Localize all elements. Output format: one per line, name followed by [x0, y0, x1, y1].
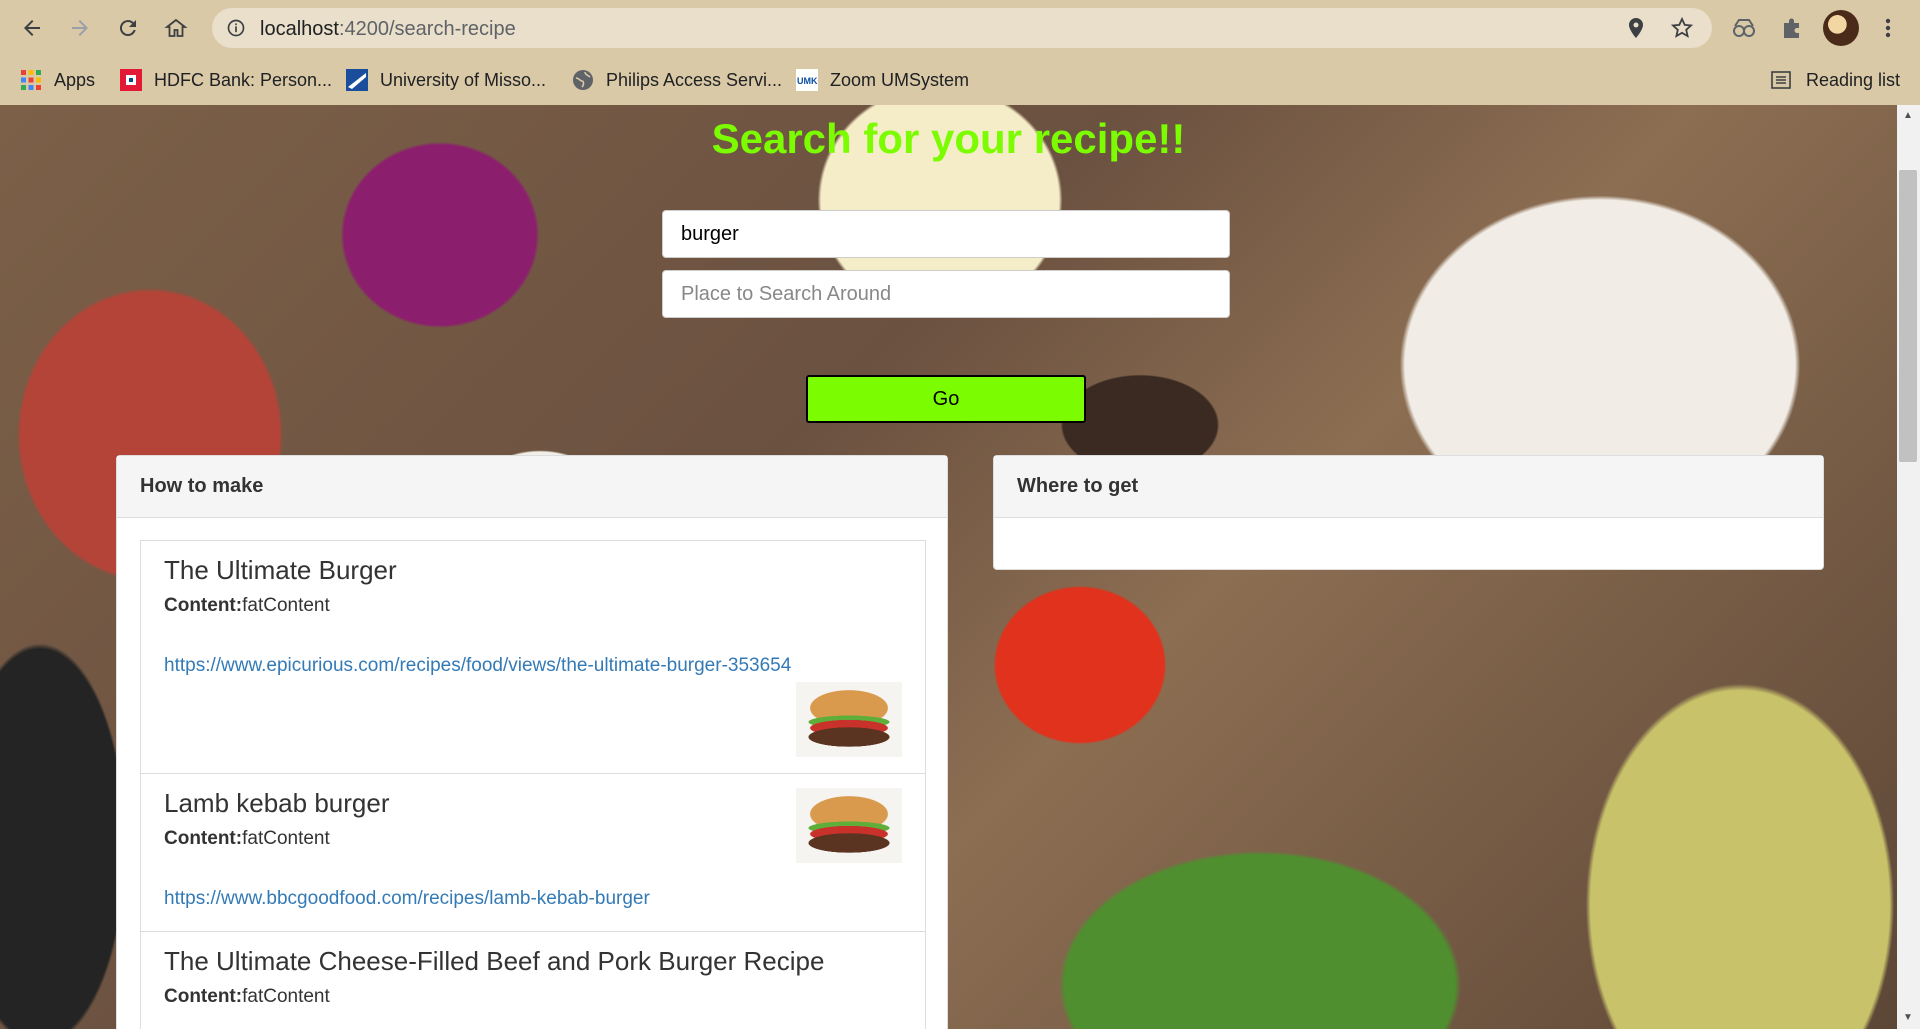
- bookmark-university[interactable]: University of Misso...: [346, 66, 546, 94]
- globe-icon: [573, 70, 593, 90]
- url-text: localhost:4200/search-recipe: [260, 18, 516, 41]
- content-value: fatContent: [242, 595, 330, 616]
- content-label: Content:: [164, 828, 243, 849]
- reading-list-icon: [1771, 71, 1791, 89]
- bookmark-label: Philips Access Servi...: [606, 69, 783, 90]
- content-value: fatContent: [242, 986, 330, 1007]
- umkc-icon: UMKC: [796, 69, 818, 91]
- bookmark-star-icon[interactable]: [1670, 16, 1694, 40]
- recipe-title: Lamb kebab burger: [164, 788, 390, 818]
- bookmark-philips[interactable]: Philips Access Servi...: [572, 66, 782, 94]
- forward-button[interactable]: [61, 9, 99, 47]
- page-title: Search for your recipe!!: [711, 115, 1186, 162]
- recipe-list: The Ultimate Burger Content:fatContent h…: [140, 540, 926, 1029]
- extensions-puzzle-icon[interactable]: [1778, 14, 1806, 42]
- content-label: Content:: [164, 986, 243, 1007]
- apps-grid-icon: [21, 70, 41, 90]
- forward-arrow-icon: [72, 20, 88, 36]
- reload-icon: [119, 20, 136, 37]
- bookmark-apps[interactable]: Apps: [20, 66, 95, 94]
- recipe-title: The Ultimate Burger: [164, 555, 397, 585]
- how-to-make-panel: How to make The Ultimate Burger Content:…: [116, 455, 948, 1029]
- scroll-down-arrow-icon[interactable]: ▼: [1903, 1012, 1913, 1023]
- place-search-input[interactable]: [662, 270, 1230, 318]
- where-to-get-panel: Where to get: [993, 455, 1824, 570]
- recipe-title: The Ultimate Cheese-Filled Beef and Pork…: [164, 946, 825, 976]
- recipe-content: Content:fatContent: [164, 986, 902, 1008]
- scroll-up-arrow-icon[interactable]: ▲: [1903, 110, 1913, 121]
- menu-kebab-icon[interactable]: [1874, 14, 1902, 42]
- bookmark-label: HDFC Bank: Person...: [154, 69, 333, 90]
- profile-avatar[interactable]: [1823, 10, 1859, 46]
- recipe-search-input[interactable]: [662, 210, 1230, 258]
- page-viewport: Search for your recipe!! Go How to make …: [0, 105, 1897, 1029]
- back-button[interactable]: [13, 9, 51, 47]
- address-bar[interactable]: localhost:4200/search-recipe: [212, 8, 1712, 48]
- recipe-content: Content:fatContent: [164, 595, 902, 617]
- home-icon: [164, 18, 188, 37]
- back-arrow-icon: [24, 20, 40, 36]
- list-item: The Ultimate Burger Content:fatContent h…: [140, 540, 926, 774]
- bookmark-hdfc[interactable]: HDFC Bank: Person...: [120, 66, 332, 94]
- content-value: fatContent: [242, 828, 330, 849]
- list-item: The Ultimate Cheese-Filled Beef and Pork…: [140, 931, 926, 1029]
- bookmarks-bar: Apps HDFC Bank: Person... University of …: [0, 56, 1920, 105]
- bookmark-label: University of Misso...: [380, 69, 547, 90]
- recipe-link[interactable]: https://www.bbcgoodfood.com/recipes/lamb…: [164, 888, 902, 910]
- svg-text:UMKC: UMKC: [797, 76, 818, 86]
- url-path: :4200/search-recipe: [338, 18, 516, 40]
- home-button[interactable]: [157, 9, 195, 47]
- burger-image: [796, 788, 902, 863]
- scrollbar-thumb[interactable]: [1899, 170, 1917, 462]
- info-icon[interactable]: [226, 18, 246, 38]
- recipe-link[interactable]: https://www.epicurious.com/recipes/food/…: [164, 655, 902, 677]
- go-button[interactable]: Go: [806, 375, 1086, 423]
- recipe-content: Content:fatContent: [164, 828, 902, 850]
- bookmark-zoom[interactable]: UMKC Zoom UMSystem: [796, 66, 969, 94]
- list-item: Lamb kebab burger Content:fatContent htt…: [140, 773, 926, 932]
- where-to-get-heading: Where to get: [994, 456, 1823, 518]
- reading-list-label: Reading list: [1806, 69, 1901, 90]
- reading-list-button[interactable]: Reading list: [1770, 66, 1900, 94]
- hdfc-icon: [120, 69, 142, 91]
- bookmark-label: Apps: [54, 69, 96, 90]
- url-host: localhost: [260, 18, 339, 40]
- university-icon: [346, 69, 368, 91]
- burger-image: [796, 682, 902, 757]
- browser-toolbar: localhost:4200/search-recipe Apps HDFC B…: [0, 0, 1920, 105]
- reload-button[interactable]: [109, 9, 147, 47]
- how-to-make-heading: How to make: [117, 456, 947, 518]
- extension-glasses-icon[interactable]: [1730, 14, 1758, 42]
- location-pin-icon[interactable]: [1624, 16, 1648, 40]
- bookmark-label: Zoom UMSystem: [830, 69, 970, 90]
- content-label: Content:: [164, 595, 243, 616]
